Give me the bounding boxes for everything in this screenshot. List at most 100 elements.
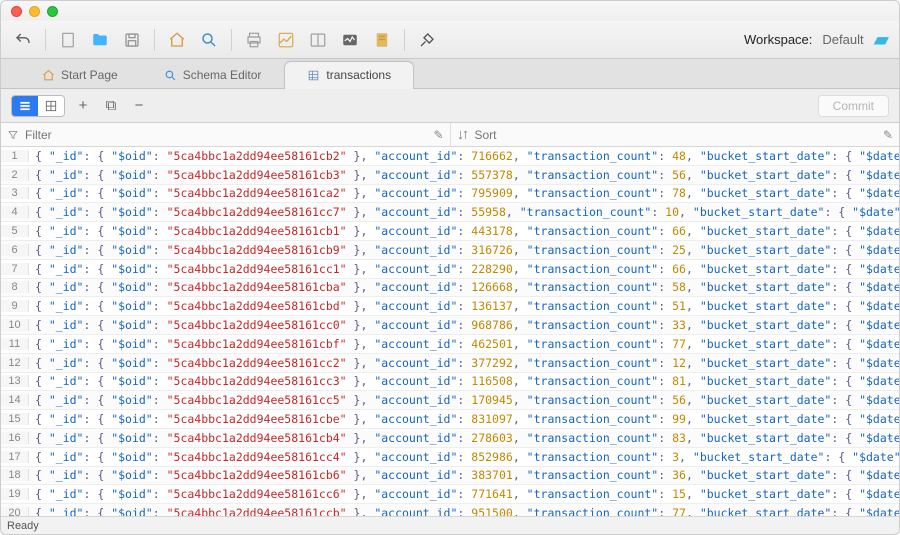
row-number: 2 [1,169,29,181]
row-number: 11 [1,338,29,350]
row-json: { "_id": { "$oid": "5ca4bbc1a2dd94ee5816… [29,280,899,294]
table-row[interactable]: 13{ "_id": { "$oid": "5ca4bbc1a2dd94ee58… [1,373,899,392]
print-icon[interactable] [242,28,266,52]
chevron-down-icon[interactable]: ⌄ [887,508,893,516]
filter-input[interactable] [25,128,444,142]
row-json: { "_id": { "$oid": "5ca4bbc1a2dd94ee5816… [29,299,899,313]
workspace-label: Workspace: [744,32,812,47]
chevron-down-icon[interactable]: ⌄ [887,150,893,161]
comment-icon[interactable]: ▰ [874,27,889,52]
table-row[interactable]: 8{ "_id": { "$oid": "5ca4bbc1a2dd94ee581… [1,279,899,298]
row-number: 16 [1,432,29,444]
row-number: 6 [1,244,29,256]
table-row[interactable]: 4{ "_id": { "$oid": "5ca4bbc1a2dd94ee581… [1,203,899,222]
json-view-button[interactable] [12,96,38,116]
sort-cell[interactable]: ✎ [451,123,900,146]
chevron-down-icon[interactable]: ⌄ [887,301,893,312]
table-view-button[interactable] [38,96,64,116]
chevron-down-icon[interactable]: ⌄ [887,451,893,462]
duplicate-button[interactable]: ⧉ [101,97,121,114]
table-row[interactable]: 16{ "_id": { "$oid": "5ca4bbc1a2dd94ee58… [1,429,899,448]
row-json: { "_id": { "$oid": "5ca4bbc1a2dd94ee5816… [29,468,899,482]
chevron-down-icon[interactable]: ⌄ [887,414,893,425]
edit-icon[interactable]: ✎ [433,128,443,142]
home-icon [42,69,55,82]
row-json: { "_id": { "$oid": "5ca4bbc1a2dd94ee5816… [29,318,899,332]
row-json: { "_id": { "$oid": "5ca4bbc1a2dd94ee5816… [29,374,899,388]
chevron-down-icon[interactable]: ⌄ [887,207,893,218]
save-icon[interactable] [120,28,144,52]
sort-input[interactable] [475,128,894,142]
table-row[interactable]: 18{ "_id": { "$oid": "5ca4bbc1a2dd94ee58… [1,467,899,486]
table-row[interactable]: 12{ "_id": { "$oid": "5ca4bbc1a2dd94ee58… [1,354,899,373]
row-number: 19 [1,488,29,500]
table-row[interactable]: 2{ "_id": { "$oid": "5ca4bbc1a2dd94ee581… [1,166,899,185]
table-row[interactable]: 1{ "_id": { "$oid": "5ca4bbc1a2dd94ee581… [1,147,899,166]
chevron-down-icon[interactable]: ⌄ [887,282,893,293]
workspace-selector[interactable]: Workspace: Default ▰ [744,27,889,52]
table-row[interactable]: 11{ "_id": { "$oid": "5ca4bbc1a2dd94ee58… [1,335,899,354]
table-row[interactable]: 3{ "_id": { "$oid": "5ca4bbc1a2dd94ee581… [1,185,899,204]
table-row[interactable]: 20{ "_id": { "$oid": "5ca4bbc1a2dd94ee58… [1,504,899,516]
chart-icon[interactable] [274,28,298,52]
add-button[interactable]: + [73,97,93,114]
row-number: 3 [1,187,29,199]
new-file-icon[interactable] [56,28,80,52]
chevron-down-icon[interactable]: ⌄ [887,320,893,331]
chevron-down-icon[interactable]: ⌄ [887,357,893,368]
chevron-down-icon[interactable]: ⌄ [887,263,893,274]
tabbar: Start Page Schema Editor transactions [1,59,899,89]
filter-sort-bar: ✎ ✎ [1,123,899,147]
view-mode-toggle [11,95,65,117]
table-row[interactable]: 7{ "_id": { "$oid": "5ca4bbc1a2dd94ee581… [1,260,899,279]
dropper-icon[interactable] [415,28,439,52]
monitor-icon[interactable] [338,28,362,52]
chevron-down-icon[interactable]: ⌄ [887,244,893,255]
chevron-down-icon[interactable]: ⌄ [887,338,893,349]
row-number: 4 [1,206,29,218]
tab-start-page[interactable]: Start Page [19,61,141,88]
close-icon[interactable] [11,6,22,17]
chevron-down-icon[interactable]: ⌄ [887,376,893,387]
tab-transactions[interactable]: transactions [284,61,414,88]
row-number: 14 [1,394,29,406]
maximize-icon[interactable] [47,6,58,17]
chevron-down-icon[interactable]: ⌄ [887,470,893,481]
row-json: { "_id": { "$oid": "5ca4bbc1a2dd94ee5816… [29,412,899,426]
home-icon[interactable] [165,28,189,52]
chevron-down-icon[interactable]: ⌄ [887,188,893,199]
search-icon [164,69,177,82]
row-json: { "_id": { "$oid": "5ca4bbc1a2dd94ee5816… [29,186,899,200]
search-icon[interactable] [197,28,221,52]
chevron-down-icon[interactable]: ⌄ [887,489,893,500]
table-row[interactable]: 14{ "_id": { "$oid": "5ca4bbc1a2dd94ee58… [1,391,899,410]
chevron-down-icon[interactable]: ⌄ [887,432,893,443]
tab-schema-editor[interactable]: Schema Editor [141,61,285,88]
table-row[interactable]: 19{ "_id": { "$oid": "5ca4bbc1a2dd94ee58… [1,485,899,504]
chevron-down-icon[interactable]: ⌄ [887,395,893,406]
minimize-icon[interactable] [29,6,40,17]
edit-icon[interactable]: ✎ [883,128,893,142]
workspace-value: Default [822,32,863,47]
table-row[interactable]: 5{ "_id": { "$oid": "5ca4bbc1a2dd94ee581… [1,222,899,241]
row-number: 7 [1,263,29,275]
chevron-down-icon[interactable]: ⌄ [887,169,893,180]
panels-icon[interactable] [306,28,330,52]
row-number: 9 [1,300,29,312]
table-row[interactable]: 17{ "_id": { "$oid": "5ca4bbc1a2dd94ee58… [1,448,899,467]
row-json: { "_id": { "$oid": "5ca4bbc1a2dd94ee5816… [29,506,899,516]
open-folder-icon[interactable] [88,28,112,52]
table-row[interactable]: 6{ "_id": { "$oid": "5ca4bbc1a2dd94ee581… [1,241,899,260]
table-row[interactable]: 10{ "_id": { "$oid": "5ca4bbc1a2dd94ee58… [1,316,899,335]
table-row[interactable]: 15{ "_id": { "$oid": "5ca4bbc1a2dd94ee58… [1,410,899,429]
notes-icon[interactable] [370,28,394,52]
chevron-down-icon[interactable]: ⌄ [887,226,893,237]
commit-button[interactable]: Commit [818,95,889,117]
filter-cell[interactable]: ✎ [1,123,451,146]
status-text: Ready [7,520,39,532]
table-row[interactable]: 9{ "_id": { "$oid": "5ca4bbc1a2dd94ee581… [1,297,899,316]
row-json: { "_id": { "$oid": "5ca4bbc1a2dd94ee5816… [29,224,899,238]
undo-icon[interactable] [11,28,35,52]
status-bar: Ready [1,516,899,534]
remove-button[interactable]: − [129,97,149,114]
